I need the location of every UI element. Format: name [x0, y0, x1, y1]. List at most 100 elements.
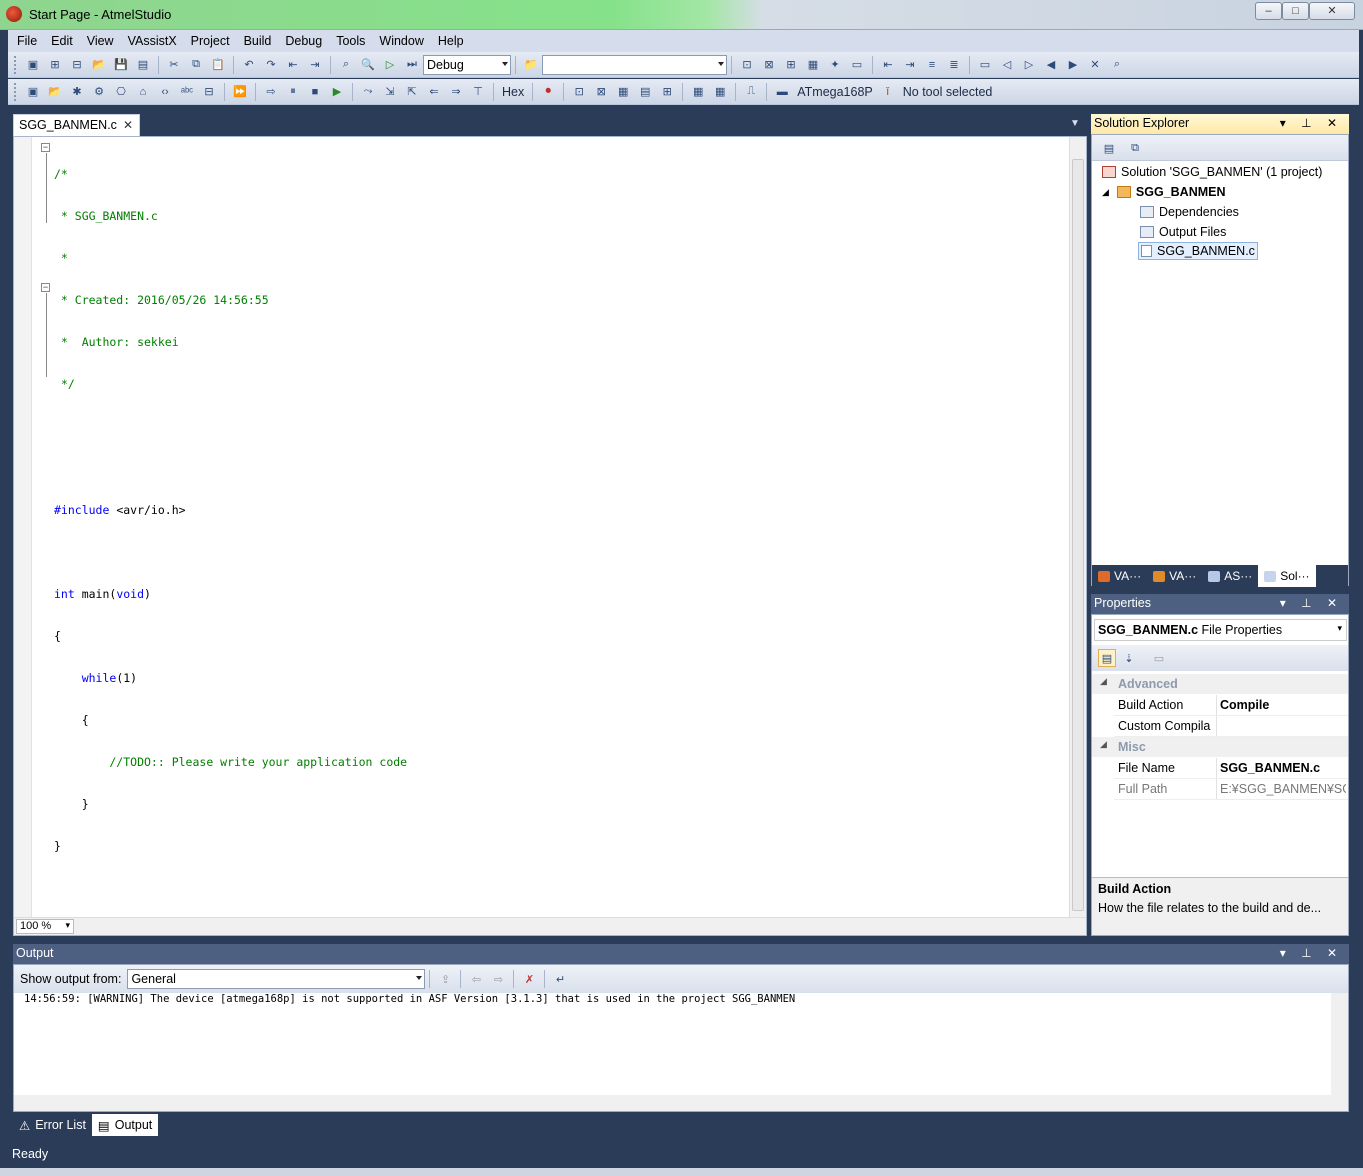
solution-explorer-header[interactable]: Solution Explorer ▾ ⊥ ✕ [1091, 114, 1349, 134]
output-source-select[interactable]: General [127, 969, 426, 989]
navigate-back-icon[interactable]: ⇤ [284, 56, 302, 74]
new-example-icon[interactable]: ▣ [24, 83, 42, 101]
property-pages-icon[interactable]: ▭ [1150, 649, 1168, 667]
expand-arrow-icon[interactable]: ◢ [1102, 187, 1109, 198]
redo-icon[interactable]: ↷ [262, 56, 280, 74]
menu-file[interactable]: File [10, 31, 44, 51]
spell-check-icon[interactable]: ᵃᵇᶜ [178, 83, 196, 101]
output-horizontal-scrollbar[interactable] [14, 1095, 1348, 1111]
tree-item-output-files[interactable]: Output Files [1140, 225, 1226, 239]
find-in-files-icon[interactable]: 🔍 [359, 56, 377, 74]
editor-vertical-scrollbar[interactable] [1069, 137, 1086, 917]
previous-message-icon[interactable]: ⇦ [467, 970, 485, 988]
category-misc[interactable]: ◢ Misc [1092, 737, 1348, 757]
configuration-select[interactable]: Debug [423, 54, 511, 75]
editor-tab[interactable]: SGG_BANMEN.c ✕ [13, 114, 140, 136]
io-view-icon[interactable]: ⊞ [658, 83, 676, 101]
menu-window[interactable]: Window [372, 31, 430, 51]
code-icon[interactable]: ‹› [156, 83, 174, 101]
property-value[interactable]: E:¥SGG_BANMEN¥SG [1216, 779, 1346, 799]
solution-explorer-icon[interactable]: ⊡ [738, 56, 756, 74]
bookmark-clear-icon[interactable]: ✕ [1086, 56, 1104, 74]
tree-project[interactable]: ◢ SGG_BANMEN [1102, 185, 1226, 199]
chip-icon[interactable]: ▬ [773, 83, 791, 101]
collapse-arrow-icon[interactable]: ◢ [1100, 676, 1107, 687]
navigate-forward-icon[interactable]: ⇥ [306, 56, 324, 74]
menu-help[interactable]: Help [431, 31, 471, 51]
open-folder-icon[interactable]: 📁 [522, 56, 540, 74]
tab-asf-explorer[interactable]: AS··· [1202, 565, 1258, 587]
property-value[interactable]: SGG_BANMEN.c [1216, 758, 1346, 778]
collapse-arrow-icon[interactable]: ◢ [1100, 739, 1107, 750]
fold-toggle-icon[interactable]: − [41, 143, 50, 152]
property-row-file-name[interactable]: File Name SGG_BANMEN.c [1114, 758, 1348, 779]
category-advanced[interactable]: ◢ Advanced [1092, 674, 1348, 694]
copy-icon[interactable]: ⧉ [187, 56, 205, 74]
zoom-icon[interactable]: ⌕ [1108, 56, 1126, 74]
pane-buttons[interactable]: ▾ ⊥ ✕ [1280, 596, 1343, 610]
maximize-button[interactable]: □ [1282, 2, 1309, 20]
decrease-indent-icon[interactable]: ⇤ [879, 56, 897, 74]
registers-window-icon[interactable]: ▤ [636, 83, 654, 101]
property-row-full-path[interactable]: Full Path E:¥SGG_BANMEN¥SG [1114, 779, 1348, 800]
asf-wizard-icon[interactable]: ✱ [68, 83, 86, 101]
properties-object-select[interactable]: SGG_BANMEN.c File Properties ▾ [1094, 619, 1347, 641]
property-value[interactable] [1216, 716, 1346, 736]
comment-lines-icon[interactable]: ≡ [923, 56, 941, 74]
plugin-icon[interactable]: ⎔ [112, 83, 130, 101]
step-over-icon[interactable]: ⇨ [262, 83, 280, 101]
output-text[interactable]: 14:56:59: [WARNING] The device [atmega16… [24, 993, 795, 1005]
tree-item-sgg-banmen-c[interactable]: SGG_BANMEN.c [1138, 242, 1258, 260]
step-into-icon[interactable]: ⏩ [231, 83, 249, 101]
extension-manager-icon[interactable]: ✦ [826, 56, 844, 74]
properties-icon[interactable]: ▤ [1100, 139, 1118, 157]
save-all-icon[interactable]: ▤ [134, 56, 152, 74]
menu-build[interactable]: Build [237, 31, 279, 51]
property-value[interactable]: Compile [1216, 695, 1346, 715]
device-programming-icon[interactable]: ⚙ [90, 83, 108, 101]
menu-edit[interactable]: Edit [44, 31, 80, 51]
continue-icon[interactable]: ▶ [328, 83, 346, 101]
menu-tools[interactable]: Tools [329, 31, 372, 51]
disassembly-icon[interactable]: ▦ [711, 83, 729, 101]
toolbar-grip[interactable] [14, 55, 18, 74]
show-all-files-icon[interactable]: ⧉ [1126, 139, 1144, 157]
alphabetical-icon[interactable]: ⇣ [1120, 649, 1138, 667]
zoom-select[interactable]: 100 % ▾ [16, 919, 74, 934]
show-next-statement-icon[interactable]: ⤳ [359, 83, 377, 101]
open-project-icon[interactable]: 📂 [46, 83, 64, 101]
menu-debug[interactable]: Debug [278, 31, 329, 51]
bookmark-next-icon[interactable]: ▷ [1020, 56, 1038, 74]
tab-va-view[interactable]: VA··· [1147, 565, 1202, 587]
increase-indent-icon[interactable]: ⇥ [901, 56, 919, 74]
new-project-icon[interactable]: ▣ [24, 56, 42, 74]
watch-window-icon[interactable]: ⊡ [570, 83, 588, 101]
code-editor[interactable]: − − /* * SGG_BANMEN.c * * Created: 2016/… [13, 136, 1087, 936]
cut-icon[interactable]: ✂ [165, 56, 183, 74]
undo-icon[interactable]: ↶ [240, 56, 258, 74]
paste-icon[interactable]: 📋 [209, 56, 227, 74]
step-out-icon[interactable]: ⇱ [403, 83, 421, 101]
tab-solution-explorer[interactable]: Sol··· [1258, 565, 1316, 587]
open-file-icon[interactable]: 📂 [90, 56, 108, 74]
word-wrap-icon[interactable]: ↵ [551, 970, 569, 988]
device-selector[interactable]: ATmega168P [797, 85, 873, 99]
start-debugging-icon[interactable]: ▷ [381, 56, 399, 74]
platform-select[interactable] [542, 54, 727, 75]
tab-error-list[interactable]: ⚠ Error List [13, 1114, 92, 1136]
tree-item-dependencies[interactable]: Dependencies [1140, 205, 1239, 219]
stop-icon[interactable]: ■ [306, 83, 324, 101]
tool-icon[interactable]: ǐ [879, 83, 897, 101]
hex-toggle[interactable]: Hex [502, 85, 524, 99]
fold-toggle-icon[interactable]: − [41, 283, 50, 292]
minimize-button[interactable]: – [1255, 2, 1282, 20]
output-vertical-scrollbar[interactable] [1331, 993, 1348, 1097]
scrollbar-thumb[interactable] [1072, 159, 1084, 911]
save-icon[interactable]: 💾 [112, 56, 130, 74]
processor-view-icon[interactable]: ▦ [689, 83, 707, 101]
step-back-icon[interactable]: ⇐ [425, 83, 443, 101]
bookmark-next-folder-icon[interactable]: ▶ [1064, 56, 1082, 74]
menu-view[interactable]: View [80, 31, 121, 51]
categorized-icon[interactable]: ▤ [1098, 649, 1116, 667]
property-row-build-action[interactable]: Build Action Compile [1114, 695, 1348, 716]
